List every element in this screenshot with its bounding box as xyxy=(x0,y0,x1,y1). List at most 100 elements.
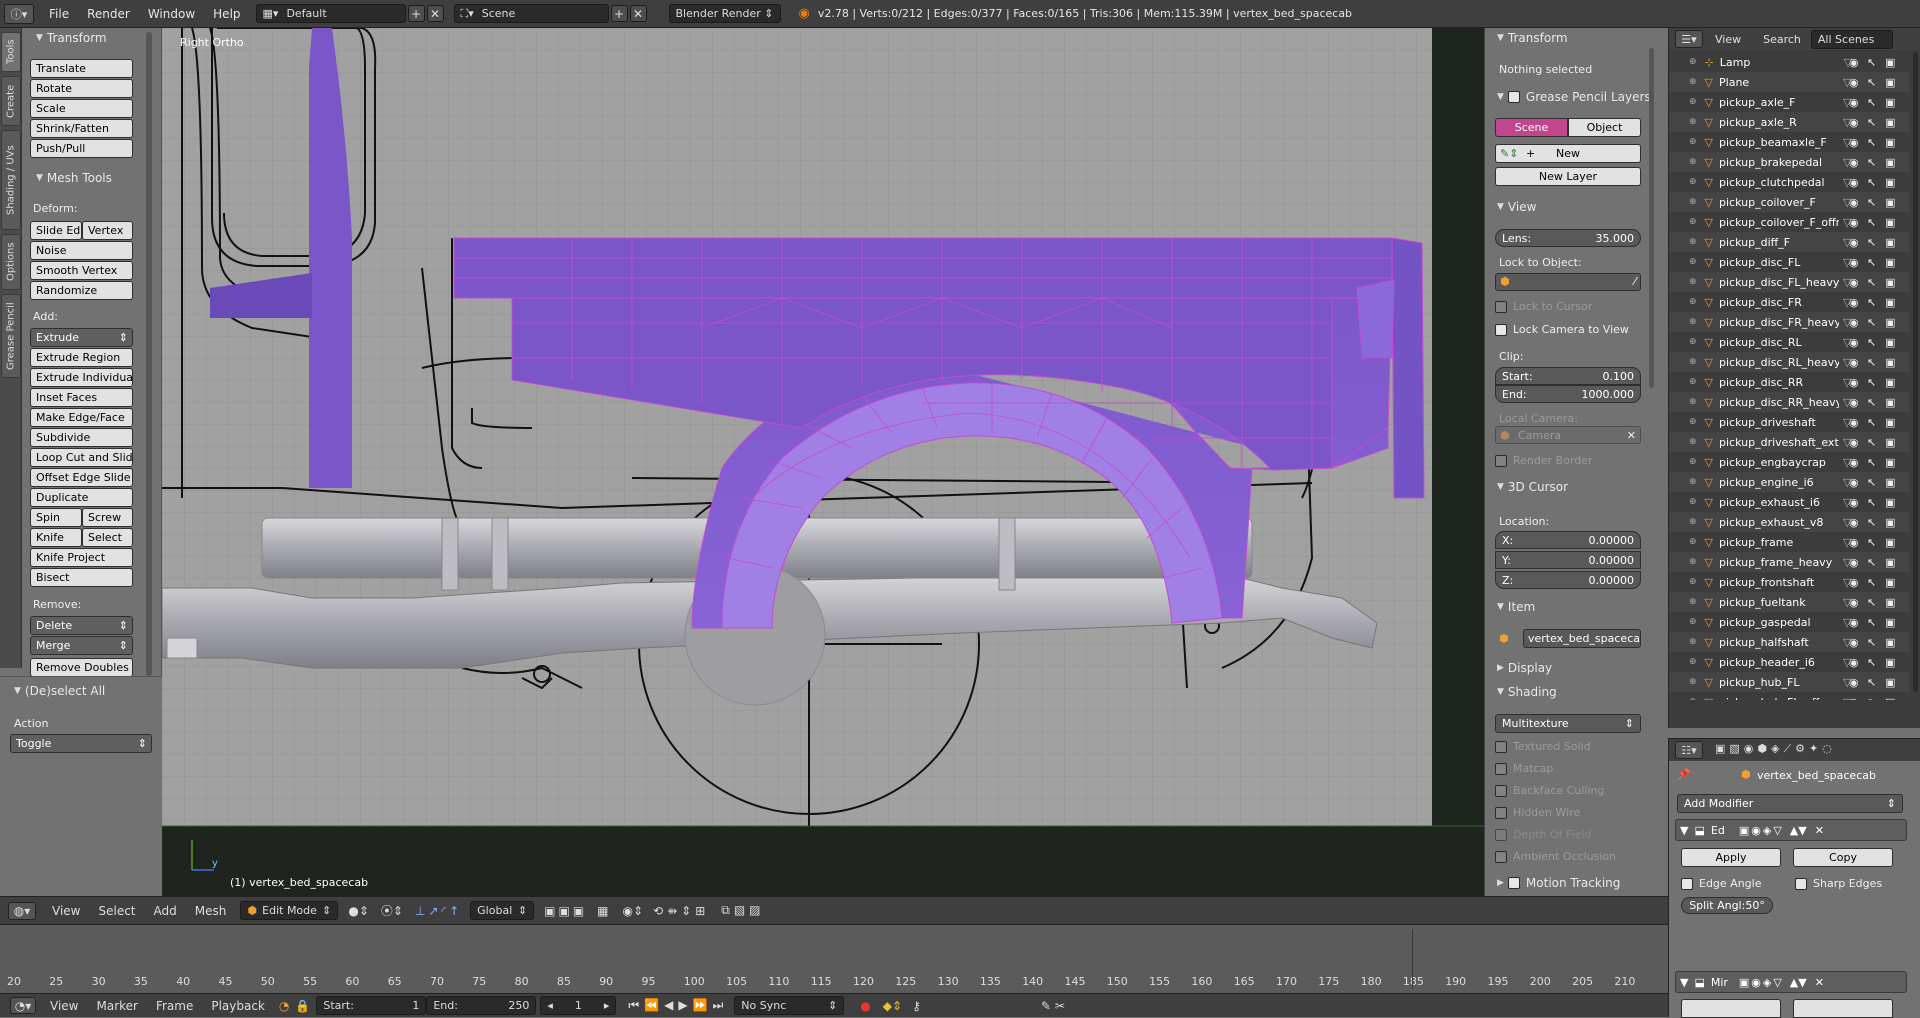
tab-create[interactable]: Create xyxy=(1,76,21,126)
expand-icon[interactable]: ⊕ xyxy=(1689,477,1697,487)
outliner-editor-icon[interactable]: ☰▾ xyxy=(1675,30,1703,48)
cursor-select-icon[interactable]: ↖ xyxy=(1867,356,1876,369)
outliner-item-label[interactable]: pickup_brakepedal xyxy=(1719,156,1839,169)
tl-frame-menu[interactable]: Frame xyxy=(156,999,193,1013)
eye-icon[interactable]: ◉ xyxy=(1849,516,1859,529)
render-camera-icon[interactable]: ▣ xyxy=(1885,56,1895,69)
outliner-item-label[interactable]: pickup_disc_RR xyxy=(1719,376,1839,389)
eye-icon[interactable]: ◉ xyxy=(1849,196,1859,209)
knife-project-button[interactable]: Knife Project xyxy=(30,548,133,567)
item-name-field[interactable]: vertex_bed_spacecab xyxy=(1523,629,1641,648)
tl-marker-menu[interactable]: Marker xyxy=(96,999,137,1013)
add-modifier-select[interactable]: Add Modifier ⇕ xyxy=(1677,794,1903,813)
duplicate-button[interactable]: Duplicate xyxy=(30,488,133,507)
cursor-select-icon[interactable]: ↖ xyxy=(1867,196,1876,209)
operator-header[interactable]: ▼ (De)select All xyxy=(8,681,111,701)
cursor-select-icon[interactable]: ↖ xyxy=(1867,576,1876,589)
outliner-item-label[interactable]: pickup_exhaust_i6 xyxy=(1719,496,1839,509)
outliner-item-label[interactable]: pickup_disc_FL xyxy=(1719,256,1839,269)
lock-object-field[interactable]: ⬢ ⁄ xyxy=(1495,273,1641,291)
lock-camera-option[interactable]: ✓ Lock Camera to View xyxy=(1495,323,1629,336)
expand-icon[interactable]: ⊕ xyxy=(1689,217,1697,227)
render-camera-icon[interactable]: ▣ xyxy=(1885,696,1895,701)
outliner-item[interactable]: ⊕ ▽ pickup_beamaxle_F ▽ ◉ ↖ ▣ xyxy=(1669,132,1909,152)
tab-grease-pencil[interactable]: Grease Pencil xyxy=(1,294,21,378)
mirror-copy-button[interactable] xyxy=(1793,999,1893,1018)
expand-icon[interactable]: ⊕ xyxy=(1689,557,1697,567)
textured-solid-option[interactable]: Textured Solid xyxy=(1495,740,1591,753)
outliner-item-label[interactable]: pickup_disc_RR_heavy xyxy=(1719,396,1839,409)
mesh-menu[interactable]: Mesh xyxy=(195,904,227,918)
scene-selector[interactable]: ⛶▾ Scene xyxy=(453,4,609,23)
eye-icon[interactable]: ◉ xyxy=(1849,696,1859,701)
expand-icon[interactable]: ⊕ xyxy=(1689,397,1697,407)
grease-scene-tab[interactable]: Scene xyxy=(1495,118,1568,137)
outliner-item[interactable]: ⊕ ▽ pickup_gaspedal ▽ ◉ ↖ ▣ xyxy=(1669,612,1909,632)
outliner-item[interactable]: ⊕ ▽ pickup_axle_R ▽ ◉ ↖ ▣ xyxy=(1669,112,1909,132)
delete-menu[interactable]: Delete ⇕ xyxy=(30,616,133,635)
matcap-option[interactable]: Matcap xyxy=(1495,762,1553,775)
copy-button[interactable]: Copy xyxy=(1793,848,1893,867)
render-camera-icon[interactable]: ▣ xyxy=(1885,96,1895,109)
outliner-item[interactable]: ⊕ ▽ pickup_disc_RL_heavy ▽ ◉ ↖ ▣ xyxy=(1669,352,1909,372)
local-camera-field[interactable]: ⬢ Camera ✕ xyxy=(1495,426,1641,444)
cursor-select-icon[interactable]: ↖ xyxy=(1867,56,1876,69)
expand-icon[interactable]: ⊕ xyxy=(1689,497,1697,507)
cursor-select-icon[interactable]: ↖ xyxy=(1867,556,1876,569)
cursor-select-icon[interactable]: ↖ xyxy=(1867,536,1876,549)
start-frame-field[interactable]: Start: 1 xyxy=(316,996,427,1015)
shrink-fatten-button[interactable]: Shrink/Fatten xyxy=(30,119,133,138)
lock-cursor-checkbox[interactable] xyxy=(1495,301,1507,313)
expand-icon[interactable]: ⊕ xyxy=(1689,457,1697,467)
info-editor-icon[interactable]: ⓘ▾ xyxy=(4,3,34,24)
remove-modifier-icon[interactable]: ✕ xyxy=(1815,824,1824,837)
eye-icon[interactable]: ◉ xyxy=(1849,256,1859,269)
move-up-down-icon[interactable]: ▲▼ xyxy=(1790,824,1807,837)
render-camera-icon[interactable]: ▣ xyxy=(1885,356,1895,369)
outliner-item-label[interactable]: pickup_frame_heavy xyxy=(1719,556,1839,569)
outliner-item-label[interactable]: pickup_diff_F xyxy=(1719,236,1839,249)
render-camera-icon[interactable]: ▣ xyxy=(1885,596,1895,609)
end-frame-field[interactable]: End: 250 xyxy=(426,996,537,1015)
expand-icon[interactable]: ⊕ xyxy=(1689,357,1697,367)
outliner-item[interactable]: ⊕ ▽ pickup_disc_FR_heavy ▽ ◉ ↖ ▣ xyxy=(1669,312,1909,332)
expand-icon[interactable]: ⊕ xyxy=(1689,177,1697,187)
slide-vertex-button[interactable]: Vertex xyxy=(82,221,133,240)
outliner-item-label[interactable]: pickup_disc_FR xyxy=(1719,296,1839,309)
orientation-select[interactable]: Global ⇕ xyxy=(470,901,535,920)
render-camera-icon[interactable]: ▣ xyxy=(1885,116,1895,129)
eye-icon[interactable]: ◉ xyxy=(1849,336,1859,349)
render-camera-icon[interactable]: ▣ xyxy=(1885,216,1895,229)
render-border-option[interactable]: Render Border xyxy=(1495,454,1593,467)
record-icon[interactable]: ● xyxy=(860,999,870,1013)
preview-range-icon[interactable]: ◔ xyxy=(279,999,289,1013)
outliner-item[interactable]: ⊕ ▽ pickup_coilover_F_offro ▽ ◉ ↖ ▣ xyxy=(1669,212,1909,232)
outliner-item[interactable]: ⊕ ▽ pickup_hub_FL ▽ ◉ ↖ ▣ xyxy=(1669,672,1909,692)
motion-tracking-checkbox[interactable]: ✓ xyxy=(1507,877,1520,889)
inset-faces-button[interactable]: Inset Faces xyxy=(30,388,133,407)
render-camera-icon[interactable]: ▣ xyxy=(1885,236,1895,249)
expand-icon[interactable]: ⊕ xyxy=(1689,657,1697,667)
sharp-edges-checkbox[interactable]: ✓ xyxy=(1795,878,1807,890)
new-grease-button[interactable]: ✎⇕ + New xyxy=(1495,144,1641,163)
proportional-edit-icon[interactable]: ◉⇕ xyxy=(623,904,644,918)
add-menu[interactable]: Add xyxy=(154,904,177,918)
view-header[interactable]: ▼ View xyxy=(1497,200,1536,214)
outliner-view-menu[interactable]: View xyxy=(1715,33,1741,46)
outliner-item[interactable]: ⊕ ▽ pickup_exhaust_i6 ▽ ◉ ↖ ▣ xyxy=(1669,492,1909,512)
outliner-item-label[interactable]: pickup_driveshaft_ext xyxy=(1719,436,1839,449)
eye-icon[interactable]: ◉ xyxy=(1849,676,1859,689)
expand-icon[interactable]: ⊕ xyxy=(1689,297,1697,307)
outliner-item[interactable]: ⊕ ▽ pickup_brakepedal ▽ ◉ ↖ ▣ xyxy=(1669,152,1909,172)
eye-icon[interactable]: ◉ xyxy=(1849,236,1859,249)
eye-icon[interactable]: ◉ xyxy=(1849,576,1859,589)
expand-icon[interactable]: ⊕ xyxy=(1689,437,1697,447)
move-up-down-icon[interactable]: ▲▼ xyxy=(1790,976,1807,989)
outliner-item-label[interactable]: pickup_disc_RL xyxy=(1719,336,1839,349)
cursor-z-field[interactable]: Z: 0.00000 xyxy=(1495,571,1641,589)
outliner-item[interactable]: ⊕ ▽ pickup_exhaust_v8 ▽ ◉ ↖ ▣ xyxy=(1669,512,1909,532)
outliner-item-label[interactable]: Plane xyxy=(1719,76,1839,89)
cursor-select-icon[interactable]: ↖ xyxy=(1867,136,1876,149)
timeline-editor-icon[interactable]: ◔▾ xyxy=(10,997,36,1014)
outliner-item[interactable]: ⊕ ⊹ Lamp ▽ ◉ ↖ ▣ xyxy=(1669,52,1909,72)
